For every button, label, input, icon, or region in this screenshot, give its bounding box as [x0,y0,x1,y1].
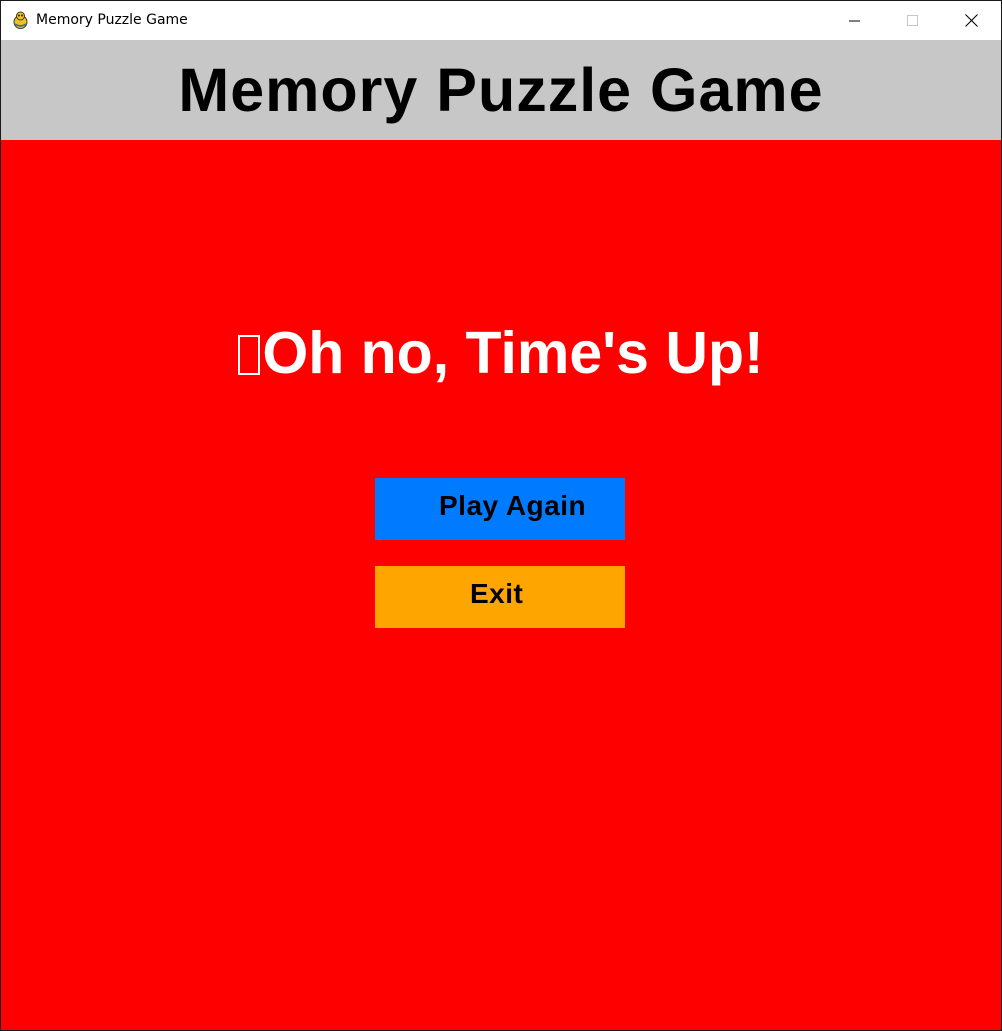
play-again-button[interactable]: Play Again [375,478,625,540]
game-over-screen: Oh no, Time's Up! Play Again Exit [1,140,1001,1030]
maximize-button[interactable] [884,1,942,40]
maximize-icon [907,14,918,26]
play-again-label: Play Again [439,490,587,521]
minimize-icon [849,20,860,21]
close-button[interactable] [942,1,1000,40]
title-bar[interactable]: Memory Puzzle Game [1,1,1001,40]
game-over-text: Oh no, Time's Up! [262,320,764,386]
game-window: Memory Puzzle Game Memory Puzzle Game Oh… [0,0,1002,1031]
game-over-message: Oh no, Time's Up! [1,318,1001,388]
missing-glyph-box-icon [238,335,261,375]
minimize-button[interactable] [826,1,884,40]
exit-button[interactable]: Exit [375,566,625,628]
window-title: Memory Puzzle Game [36,12,188,28]
exit-label: Exit [470,578,524,609]
game-title: Memory Puzzle Game [178,56,824,124]
pygame-snake-icon [11,11,30,30]
header-band: Memory Puzzle Game [1,40,1001,140]
close-icon [964,14,978,27]
